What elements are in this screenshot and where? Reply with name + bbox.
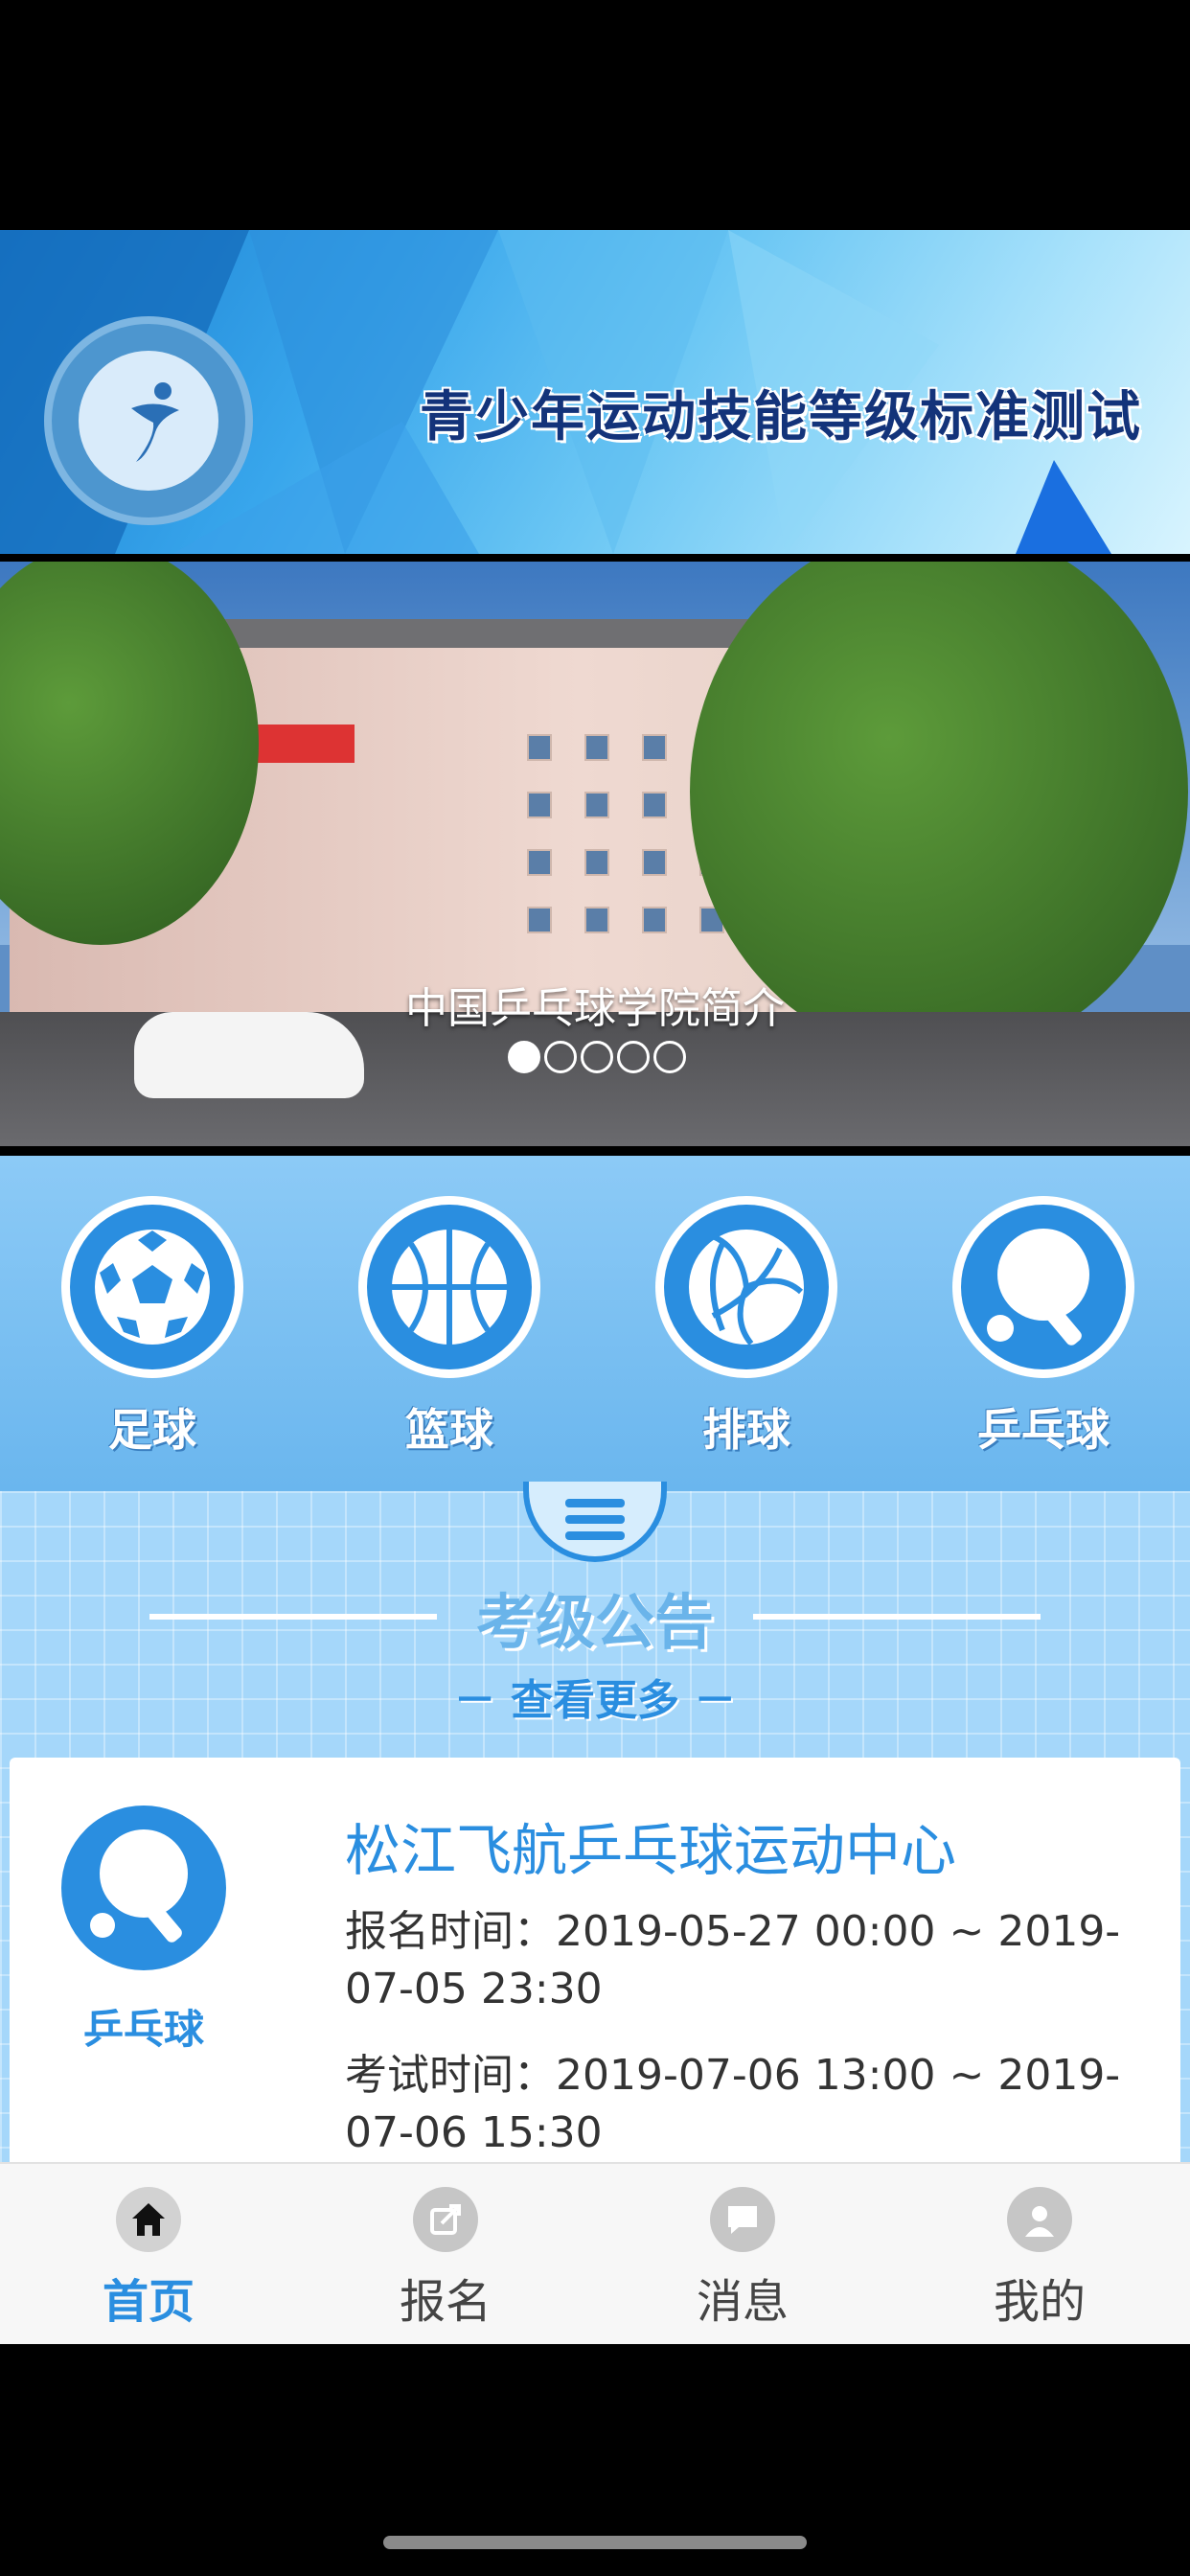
card-sport-label: 乒乓球 [82, 2006, 204, 2053]
section-heading: 考级公告 [0, 1574, 1190, 1660]
image-carousel[interactable]: 中国乒乓球学院简介 [0, 562, 1190, 1146]
sport-label: 篮球 [405, 1404, 493, 1456]
carousel-dot[interactable] [617, 1041, 650, 1073]
sport-label: 足球 [108, 1404, 196, 1456]
tab-messages[interactable]: 消息 [594, 2164, 891, 2346]
sport-item-basketball[interactable]: 篮球 [358, 1196, 540, 1459]
carousel-dot[interactable] [581, 1041, 613, 1073]
card-title: 松江飞航乒乓球运动中心 [345, 1818, 957, 1883]
carousel-dot[interactable] [653, 1041, 686, 1073]
section-heading-text: 考级公告 [475, 1587, 714, 1657]
logo-figure-icon [131, 382, 179, 462]
basketball-icon [392, 1230, 507, 1345]
soccer-ball-icon [95, 1230, 210, 1345]
bottom-tab-bar: 首页 报名 消息 我的 [0, 2162, 1190, 2344]
tab-signup[interactable]: 报名 [297, 2164, 594, 2346]
banner-title: 青少年运动技能等级标准测试 [420, 385, 1142, 448]
sports-category-bar: 足球 篮球 排球 乒乓球 [0, 1156, 1190, 1491]
volleyball-icon [689, 1230, 804, 1346]
exam-announcement-section: 考级公告 － 查看更多 － 乒乓球 松江飞航乒乓球运动中心 报名时间：2019-… [0, 1482, 1190, 2170]
app-logo [44, 316, 253, 525]
carousel-dot[interactable] [544, 1041, 577, 1073]
tab-profile[interactable]: 我的 [891, 2164, 1188, 2346]
exam-time: 考试时间：2019-07-06 13:00 ~ 2019-07-06 15:30 [345, 2051, 1121, 2157]
header-banner: 青少年运动技能等级标准测试 [0, 230, 1190, 554]
profile-icon [1007, 2187, 1072, 2252]
message-icon [710, 2187, 775, 2252]
tab-label: 我的 [993, 2275, 1086, 2329]
tab-home[interactable]: 首页 [0, 2164, 297, 2346]
card-sport-icon [61, 1806, 226, 1970]
sport-item-table-tennis[interactable]: 乒乓球 [952, 1196, 1134, 1459]
sport-item-volleyball[interactable]: 排球 [655, 1196, 837, 1459]
table-tennis-icon [90, 1829, 188, 1943]
app-screen: 青少年运动技能等级标准测试 中国乒乓球学院简介 足球 篮球 排球 乒乓球 考级公… [0, 0, 1190, 2576]
sport-item-soccer[interactable]: 足球 [61, 1196, 243, 1459]
tab-label: 报名 [399, 2275, 492, 2329]
carousel-dot[interactable] [508, 1041, 540, 1073]
sport-label: 排球 [702, 1404, 790, 1456]
signup-icon [413, 2187, 478, 2252]
building-sign [249, 724, 355, 763]
signup-time: 报名时间：2019-05-27 00:00 ~ 2019-07-05 23:30 [345, 1907, 1121, 2013]
carousel-pagination[interactable] [508, 1041, 686, 1073]
home-icon [116, 2187, 181, 2252]
table-tennis-icon [987, 1229, 1089, 1346]
sport-label: 乒乓球 [977, 1404, 1110, 1456]
carousel-caption: 中国乒乓球学院简介 [405, 984, 785, 1033]
view-more-link[interactable]: － 查看更多 － [0, 1666, 1190, 1727]
tab-label: 消息 [696, 2275, 789, 2329]
announcement-card[interactable]: 乒乓球 松江飞航乒乓球运动中心 报名时间：2019-05-27 00:00 ~ … [10, 1758, 1180, 2170]
menu-icon [565, 1498, 625, 1507]
home-indicator[interactable] [383, 2536, 807, 2549]
tab-label: 首页 [102, 2275, 195, 2329]
